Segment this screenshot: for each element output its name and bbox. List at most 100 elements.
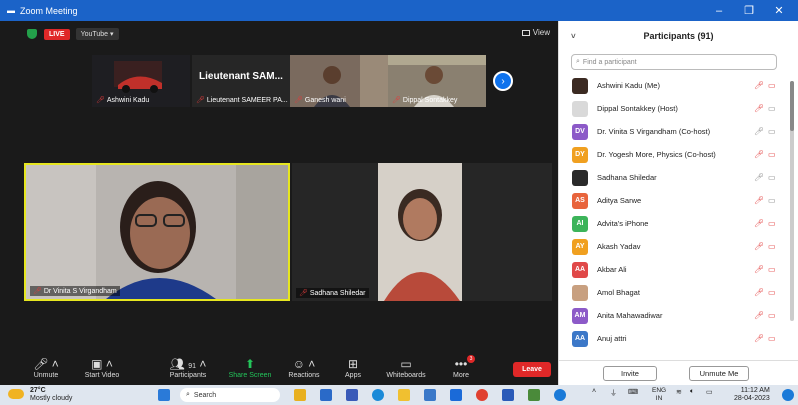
apps-icon: ⊞ xyxy=(347,357,359,371)
share-screen-button[interactable]: ⬆ Share Screen xyxy=(220,356,280,379)
participant-row[interactable]: DV Dr. Vinita S Virgandham (Co-host) 🎤︎ ▭ xyxy=(559,120,789,143)
usb-icon[interactable]: ⏚ xyxy=(610,388,617,398)
app-icon[interactable] xyxy=(346,389,358,401)
participant-row[interactable]: Dippal Sontakkey (Host) 🎤︎ ▭ xyxy=(559,97,789,120)
mic-off-icon: 🎤︎ xyxy=(33,288,42,295)
chevron-up-icon[interactable]: ˄ xyxy=(592,388,596,395)
mic-off-icon[interactable]: 🎤︎ xyxy=(754,196,764,205)
volume-icon[interactable]: 🔈︎ xyxy=(690,388,694,396)
search-icon: ⌕ xyxy=(576,58,580,65)
minimize-button[interactable]: – xyxy=(704,0,734,21)
camera-icon[interactable]: ▭ xyxy=(768,127,776,136)
participant-row[interactable]: Amol Bhagat 🎤︎ ▭ xyxy=(559,281,789,304)
youtube-dropdown[interactable]: YouTube ▾ xyxy=(75,28,119,40)
participant-row[interactable]: AM Anita Mahawadiwar 🎤︎ ▭ xyxy=(559,304,789,327)
participant-row[interactable]: Ashwini Kadu (Me) 🎤︎ ▭ xyxy=(559,74,789,97)
mic-off-icon[interactable]: 🎤︎ xyxy=(754,242,764,251)
camera-off-icon[interactable]: ▭ xyxy=(768,81,776,90)
next-page-button[interactable]: › xyxy=(493,71,513,91)
camera-icon[interactable]: ▭ xyxy=(768,104,776,113)
speaker-name: 🎤︎ Dr Vinita S Virgandham xyxy=(30,286,120,296)
mic-off-icon[interactable]: 🎤︎ xyxy=(754,150,764,159)
mic-off-icon[interactable]: 🎤︎ xyxy=(754,265,764,274)
battery-icon[interactable]: ▭ xyxy=(706,388,713,396)
taskbar-search[interactable]: ⌕ Search xyxy=(180,388,280,402)
meeting-toolbar: 🎤︎ ˄ Unmute ▣ ˄ Start Video 👥︎ 91 ˄ Part… xyxy=(0,352,558,385)
clock[interactable]: 11:12 AM 28-04-2023 xyxy=(734,387,770,403)
start-video-button[interactable]: ▣ ˄ Start Video xyxy=(72,356,132,379)
camera-icon[interactable]: ▭ xyxy=(768,173,776,182)
chevron-down-icon[interactable]: ˅ xyxy=(571,32,576,41)
participant-name: 🎤︎ Sadhana Shiledar xyxy=(296,288,369,298)
wifi-icon[interactable]: ≋ xyxy=(676,388,682,396)
mail-icon[interactable] xyxy=(450,389,462,401)
start-icon[interactable] xyxy=(158,389,170,401)
camera-off-icon[interactable]: ▭ xyxy=(768,150,776,159)
more-button[interactable]: ••• 3 More xyxy=(431,355,491,379)
edge-icon[interactable] xyxy=(372,389,384,401)
notification-icon[interactable] xyxy=(782,389,794,401)
keyboard-icon[interactable]: ⌨ xyxy=(628,388,638,396)
participant-row[interactable]: Sadhana Shiledar 🎤︎ ▭ xyxy=(559,166,789,189)
window-title: Zoom Meeting xyxy=(20,5,78,16)
participants-button[interactable]: 👥︎ 91 ˄ Participants xyxy=(158,356,218,379)
maximize-button[interactable]: ❐ xyxy=(734,0,764,21)
zoom-taskbar-icon[interactable] xyxy=(554,389,566,401)
camera-off-icon[interactable]: ▭ xyxy=(768,311,776,320)
app-icon[interactable] xyxy=(528,389,540,401)
widget-icon[interactable] xyxy=(294,389,306,401)
shield-icon[interactable] xyxy=(27,29,37,39)
language-indicator[interactable]: ENG IN xyxy=(652,387,666,403)
camera-off-icon[interactable]: ▭ xyxy=(768,219,776,228)
active-speaker-tile[interactable]: 🎤︎ Dr Vinita S Virgandham xyxy=(24,163,290,301)
scrollbar-thumb[interactable] xyxy=(790,81,794,131)
weather-icon[interactable] xyxy=(8,389,24,399)
mic-off-icon[interactable]: 🎤︎ xyxy=(754,81,764,90)
participant-name: Anita Mahawadiwar xyxy=(597,311,663,320)
participant-row[interactable]: AY Akash Yadav 🎤︎ ▭ xyxy=(559,235,789,258)
participant-row[interactable]: AA Anuj attri 🎤︎ ▭ xyxy=(559,327,789,350)
camera-off-icon[interactable]: ▭ xyxy=(768,334,776,343)
mic-off-icon[interactable]: 🎤︎ xyxy=(754,311,764,320)
video-thumbnail[interactable]: 🎤︎ Ganesh wani xyxy=(290,55,388,107)
video-thumbnail[interactable]: Lieutenant SAM... 🎤︎ Lieutenant SAMEER PA… xyxy=(192,55,290,107)
mic-icon[interactable]: 🎤︎ xyxy=(754,127,764,136)
mic-off-icon[interactable]: 🎤︎ xyxy=(754,334,764,343)
unmute-button[interactable]: 🎤︎ ˄ Unmute xyxy=(16,356,76,379)
participant-search-input[interactable]: ⌕ Find a participant xyxy=(571,54,777,70)
camera-off-icon[interactable]: ▭ xyxy=(768,242,776,251)
participant-row[interactable]: DY Dr. Yogesh More, Physics (Co-host) 🎤︎ ▭ xyxy=(559,143,789,166)
participants-panel: ˅ Participants (91) ⌕ Find a participant… xyxy=(558,21,798,385)
file-explorer-icon[interactable] xyxy=(398,389,410,401)
camera-off-icon[interactable]: ▭ xyxy=(768,288,776,297)
leave-button[interactable]: Leave xyxy=(513,362,551,377)
whiteboards-button[interactable]: ▭ Whiteboards xyxy=(376,356,436,379)
participant-row[interactable]: AA Akbar Ali 🎤︎ ▭ xyxy=(559,258,789,281)
invite-button[interactable]: Invite xyxy=(603,366,657,381)
participant-row[interactable]: AS Aditya Sarwe 🎤︎ ▭ xyxy=(559,189,789,212)
chrome-icon[interactable] xyxy=(476,389,488,401)
mic-off-icon[interactable]: 🎤︎ xyxy=(754,104,764,113)
mic-off-icon[interactable]: 🎤︎ xyxy=(754,219,764,228)
view-button[interactable]: View xyxy=(521,28,550,37)
live-badge[interactable]: LIVE xyxy=(44,28,70,40)
store-icon[interactable] xyxy=(424,389,436,401)
participant-row[interactable]: AI Advita's iPhone 🎤︎ ▭ xyxy=(559,212,789,235)
meeting-area: LIVE YouTube ▾ View 🎤︎ Ashwini Kadu Lieut… xyxy=(0,21,558,385)
unmute-me-button[interactable]: Unmute Me xyxy=(689,366,749,381)
camera-off-icon[interactable]: ▭ xyxy=(768,265,776,274)
video-thumbnail[interactable]: 🎤︎ Dippal Sontakkey xyxy=(388,55,486,107)
weather-widget[interactable]: 27°C Mostly cloudy xyxy=(30,387,72,403)
mic-icon[interactable]: 🎤︎ xyxy=(754,173,764,182)
app-icon[interactable] xyxy=(502,389,514,401)
app-icon[interactable] xyxy=(320,389,332,401)
apps-button[interactable]: ⊞ Apps xyxy=(323,356,383,379)
close-button[interactable]: ✕ xyxy=(764,0,794,21)
camera-icon[interactable]: ▭ xyxy=(768,196,776,205)
search-icon: ⌕ xyxy=(186,391,190,398)
mic-off-icon[interactable]: 🎤︎ xyxy=(754,288,764,297)
video-thumbnail[interactable]: 🎤︎ Ashwini Kadu xyxy=(92,55,190,107)
participant-tile[interactable]: 🎤︎ Sadhana Shiledar xyxy=(292,163,552,301)
thumbnail-name: 🎤︎ Lieutenant SAMEER PA... xyxy=(196,96,288,105)
share-screen-icon: ⬆ xyxy=(244,357,256,371)
